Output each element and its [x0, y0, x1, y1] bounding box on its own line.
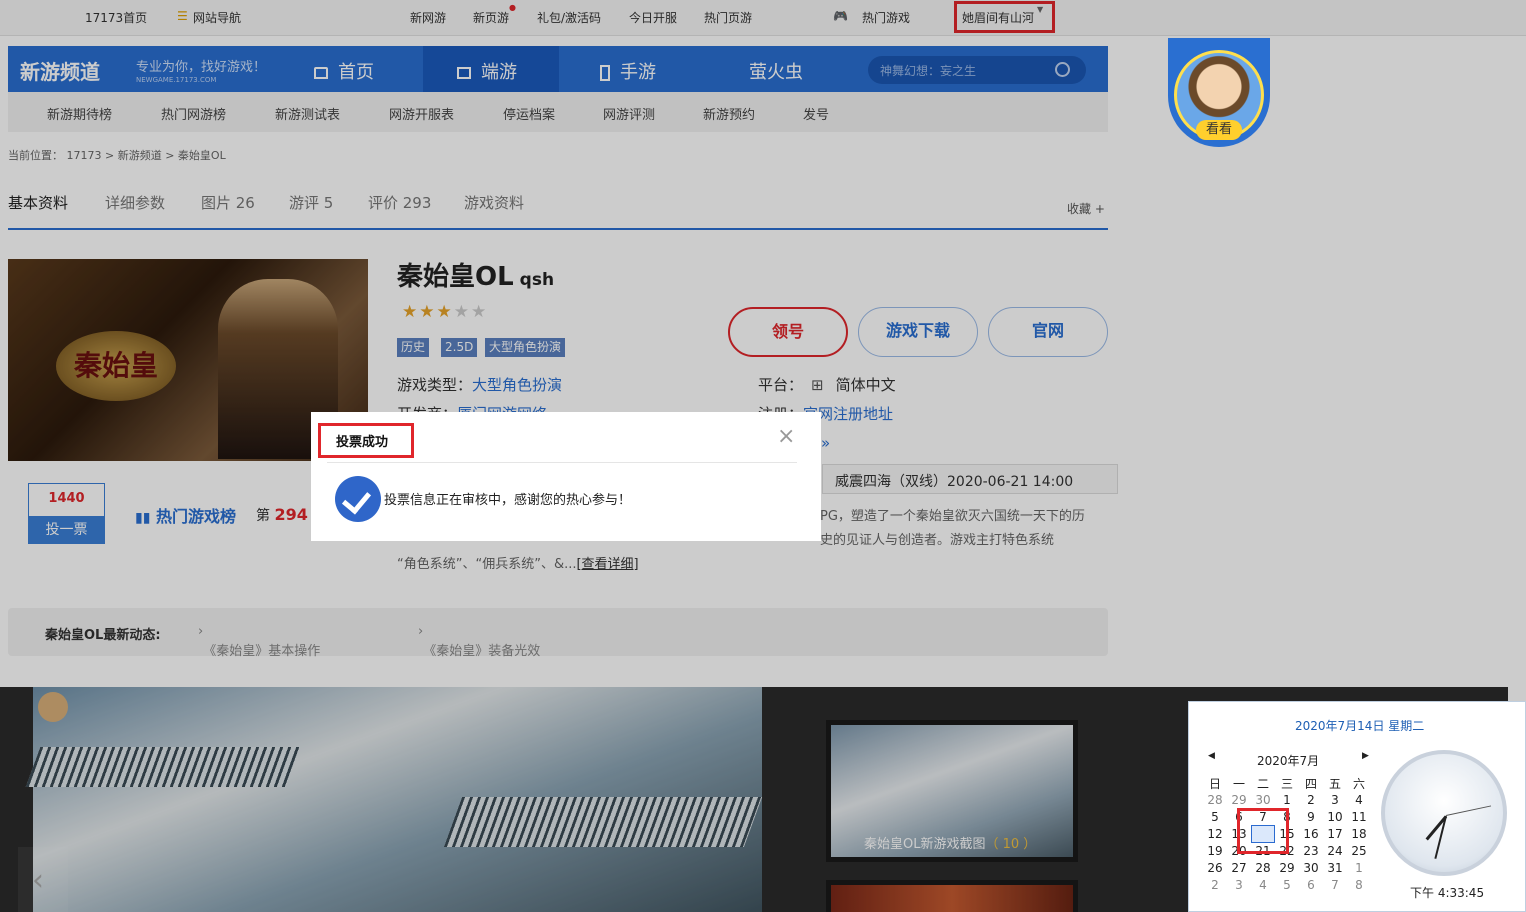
calendar-day[interactable]: 30 [1299, 861, 1323, 875]
calendar-day[interactable]: 1 [1275, 793, 1299, 807]
watch-button[interactable]: 看看 [1196, 120, 1242, 140]
calendar-day[interactable]: 3 [1227, 878, 1251, 892]
calendar-day[interactable]: 31 [1323, 861, 1347, 875]
calendar-day[interactable]: 12 [1203, 827, 1227, 841]
clock-time: 下午 4:33:45 [1410, 886, 1485, 900]
calendar-weekday: 三 [1280, 777, 1293, 791]
calendar-weekday: 日 [1208, 777, 1221, 791]
calendar-weekday: 一 [1232, 777, 1245, 791]
calendar-day[interactable]: 9 [1299, 810, 1323, 824]
analog-clock [1381, 750, 1507, 876]
calendar-day[interactable]: 6 [1299, 878, 1323, 892]
calendar-day[interactable]: 5 [1203, 810, 1227, 824]
calendar-day[interactable]: 24 [1323, 844, 1347, 858]
calendar-day[interactable]: 28 [1203, 793, 1227, 807]
calendar-day[interactable]: 28 [1251, 861, 1275, 875]
calendar-day[interactable]: 4 [1251, 878, 1275, 892]
calendar-day[interactable]: 7 [1323, 878, 1347, 892]
calendar-day[interactable]: 29 [1275, 861, 1299, 875]
calendar-day[interactable]: 17 [1323, 827, 1347, 841]
calendar-month[interactable]: 2020年7月 [1257, 752, 1319, 769]
chevron-left-icon[interactable]: ◀ [1208, 751, 1215, 761]
calendar-day[interactable]: 16 [1299, 827, 1323, 841]
calendar-day[interactable]: 1 [1347, 861, 1371, 875]
side-avatar-widget[interactable]: 看看 [1168, 38, 1270, 147]
calendar-day[interactable]: 29 [1227, 793, 1251, 807]
calendar-weekday: 六 [1352, 777, 1365, 791]
calendar-day[interactable]: 19 [1203, 844, 1227, 858]
chevron-right-icon[interactable]: ▶ [1362, 751, 1369, 761]
calendar-day[interactable]: 18 [1347, 827, 1371, 841]
calendar-day[interactable]: 4 [1347, 793, 1371, 807]
highlight-box-title [318, 423, 414, 458]
dialog-divider [327, 462, 797, 463]
close-icon[interactable]: × [777, 424, 795, 449]
calendar-weekday: 二 [1256, 777, 1269, 791]
calendar-weekday: 四 [1304, 777, 1317, 791]
calendar-day[interactable]: 2 [1299, 793, 1323, 807]
highlight-box-today [1237, 808, 1289, 854]
calendar-day[interactable]: 8 [1347, 878, 1371, 892]
calendar-day[interactable]: 23 [1299, 844, 1323, 858]
calendar-date-header[interactable]: 2020年7月14日 星期二 [1295, 717, 1424, 734]
calendar-day[interactable]: 30 [1251, 793, 1275, 807]
calendar-day[interactable]: 27 [1227, 861, 1251, 875]
calendar-weekday: 五 [1328, 777, 1341, 791]
calendar-day[interactable]: 11 [1347, 810, 1371, 824]
dialog-message: 投票信息正在审核中，感谢您的热心参与！ [384, 493, 632, 508]
second-hand [1445, 805, 1492, 816]
calendar-day[interactable]: 3 [1323, 793, 1347, 807]
calendar-day[interactable]: 26 [1203, 861, 1227, 875]
calendar-day[interactable]: 25 [1347, 844, 1371, 858]
calendar-day[interactable]: 10 [1323, 810, 1347, 824]
check-icon [335, 476, 381, 522]
calendar-day[interactable]: 2 [1203, 878, 1227, 892]
calendar-day[interactable]: 5 [1275, 878, 1299, 892]
